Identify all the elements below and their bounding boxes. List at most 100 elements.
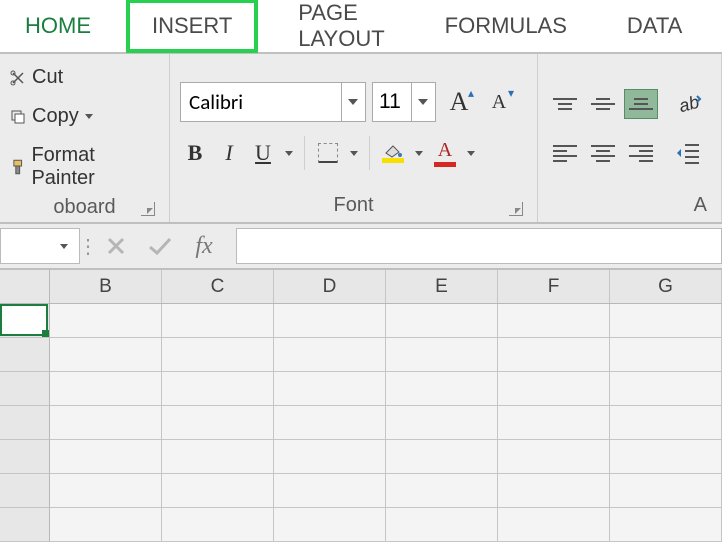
- cell[interactable]: [50, 406, 162, 440]
- cell[interactable]: [162, 440, 274, 474]
- fill-color-button[interactable]: [378, 136, 408, 170]
- font-size-input[interactable]: [373, 90, 411, 114]
- cell[interactable]: [610, 372, 722, 406]
- border-icon: [318, 143, 338, 163]
- borders-dropdown[interactable]: [347, 151, 361, 156]
- cancel-formula-button[interactable]: [94, 228, 138, 264]
- cell[interactable]: [610, 304, 722, 338]
- insert-function-button[interactable]: fx: [182, 228, 226, 264]
- cell[interactable]: [50, 338, 162, 372]
- column-header-f[interactable]: F: [498, 270, 610, 303]
- align-bottom-button[interactable]: [624, 89, 658, 119]
- tab-home[interactable]: HOME: [5, 0, 111, 53]
- font-size-dropdown[interactable]: [411, 83, 433, 121]
- cell[interactable]: [498, 406, 610, 440]
- cell[interactable]: [274, 474, 386, 508]
- cell[interactable]: [386, 440, 498, 474]
- cell[interactable]: [498, 440, 610, 474]
- font-launcher-icon[interactable]: [509, 202, 523, 216]
- column-header-b[interactable]: B: [50, 270, 162, 303]
- row-header[interactable]: [0, 406, 50, 440]
- decrease-indent-button[interactable]: [672, 138, 706, 168]
- font-name-dropdown[interactable]: [341, 83, 363, 121]
- cell[interactable]: [386, 304, 498, 338]
- name-box[interactable]: [0, 228, 80, 264]
- cell[interactable]: [386, 508, 498, 542]
- bold-button[interactable]: B: [180, 136, 210, 170]
- font-size-combo[interactable]: [372, 82, 436, 122]
- column-header-e[interactable]: E: [386, 270, 498, 303]
- cell[interactable]: [162, 508, 274, 542]
- cell[interactable]: [274, 508, 386, 542]
- cell[interactable]: [162, 338, 274, 372]
- italic-button[interactable]: I: [214, 136, 244, 170]
- borders-button[interactable]: [313, 136, 343, 170]
- align-center-button[interactable]: [586, 138, 620, 168]
- cell[interactable]: [498, 474, 610, 508]
- select-all-corner[interactable]: [0, 270, 50, 303]
- cell[interactable]: [274, 304, 386, 338]
- format-painter-button[interactable]: Format Painter: [10, 140, 159, 194]
- cell[interactable]: [498, 338, 610, 372]
- align-middle-button[interactable]: [586, 89, 620, 119]
- column-header-c[interactable]: C: [162, 270, 274, 303]
- cell[interactable]: [274, 406, 386, 440]
- row-header[interactable]: [0, 372, 50, 406]
- cell[interactable]: [610, 406, 722, 440]
- column-header-g[interactable]: G: [610, 270, 722, 303]
- cell[interactable]: [386, 474, 498, 508]
- cell[interactable]: [386, 372, 498, 406]
- align-top-button[interactable]: [548, 89, 582, 119]
- cell[interactable]: [50, 474, 162, 508]
- font-color-button[interactable]: A: [430, 136, 460, 170]
- cell[interactable]: [610, 508, 722, 542]
- enter-formula-button[interactable]: [138, 228, 182, 264]
- tab-review-partial[interactable]: R: [712, 0, 722, 53]
- cell[interactable]: [50, 304, 162, 338]
- cell[interactable]: [610, 474, 722, 508]
- name-box-dropdown[interactable]: [53, 229, 75, 263]
- row-header[interactable]: [0, 508, 50, 542]
- font-name-input[interactable]: [181, 89, 341, 115]
- cell[interactable]: [50, 508, 162, 542]
- tab-insert[interactable]: INSERT: [126, 0, 258, 53]
- cell[interactable]: [610, 338, 722, 372]
- fill-handle[interactable]: [42, 330, 49, 337]
- cell[interactable]: [274, 440, 386, 474]
- underline-button[interactable]: U: [248, 136, 278, 170]
- name-box-input[interactable]: [1, 236, 53, 256]
- decrease-font-button[interactable]: A▾: [482, 82, 516, 122]
- underline-dropdown[interactable]: [282, 151, 296, 156]
- tab-formulas[interactable]: FORMULAS: [425, 0, 587, 53]
- column-header-d[interactable]: D: [274, 270, 386, 303]
- fill-color-dropdown[interactable]: [412, 151, 426, 156]
- copy-button[interactable]: Copy: [10, 101, 159, 132]
- row-header[interactable]: [0, 338, 50, 372]
- orientation-button[interactable]: ab: [672, 84, 706, 124]
- row-header[interactable]: [0, 440, 50, 474]
- cell[interactable]: [498, 508, 610, 542]
- cell[interactable]: [498, 304, 610, 338]
- cell[interactable]: [162, 474, 274, 508]
- cell[interactable]: [50, 440, 162, 474]
- cell[interactable]: [162, 372, 274, 406]
- formula-input[interactable]: [236, 228, 722, 264]
- cell[interactable]: [162, 406, 274, 440]
- cell[interactable]: [386, 338, 498, 372]
- row-header[interactable]: [0, 474, 50, 508]
- cell[interactable]: [162, 304, 274, 338]
- cell[interactable]: [498, 372, 610, 406]
- increase-font-button[interactable]: A▴: [442, 82, 476, 122]
- clipboard-launcher-icon[interactable]: [141, 202, 155, 216]
- font-color-dropdown[interactable]: [464, 151, 478, 156]
- cell[interactable]: [274, 372, 386, 406]
- font-name-combo[interactable]: [180, 82, 366, 122]
- cut-button[interactable]: Cut: [10, 62, 159, 93]
- cell[interactable]: [610, 440, 722, 474]
- tab-data[interactable]: DATA: [607, 0, 702, 53]
- align-left-button[interactable]: [548, 138, 582, 168]
- cell[interactable]: [50, 372, 162, 406]
- align-right-button[interactable]: [624, 138, 658, 168]
- cell[interactable]: [386, 406, 498, 440]
- cell[interactable]: [274, 338, 386, 372]
